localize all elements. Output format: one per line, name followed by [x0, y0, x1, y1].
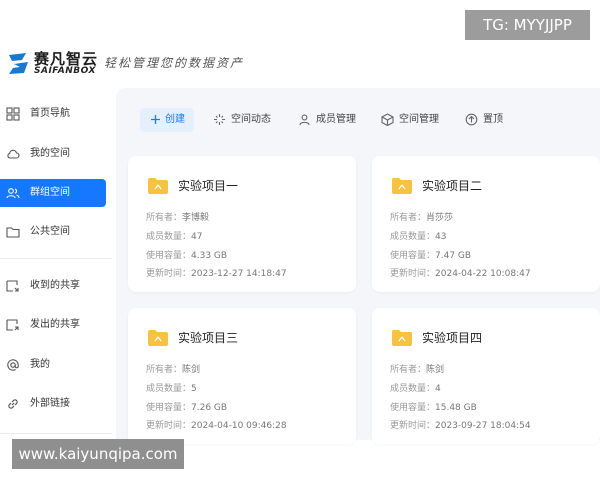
pin-top-label: 置顶 [483, 114, 503, 125]
project-title: 实验项目四 [422, 331, 483, 345]
project-card[interactable]: 实验项目四 所有者：陈剑 成员数量：4 使用容量：15.48 GB 更新时间：2… [372, 308, 600, 444]
sidebar-item-my-space[interactable]: 我的空间 [0, 140, 106, 168]
folder-icon [6, 227, 20, 238]
sidebar-item-label: 首页导航 [30, 108, 70, 119]
saifan-logo-icon [9, 53, 28, 74]
member-manage-button[interactable]: 成员管理 [298, 108, 360, 132]
brand-subname: SAIFANBOX [34, 66, 96, 76]
sidebar-item-label: 外部链接 [30, 398, 70, 409]
project-usage: 使用容量：4.33 GB [146, 251, 228, 261]
project-member-count: 成员数量：47 [146, 232, 203, 242]
project-owner: 所有者：李博毅 [146, 213, 210, 223]
main-content: 创建 空间动态 成员管理 空间管理 置顶 实验项目一 所有者：李博毅 成员数量：… [116, 88, 600, 444]
at-icon [7, 359, 19, 371]
user-icon [299, 114, 310, 126]
sidebar-divider [0, 433, 112, 434]
folder-icon [148, 330, 168, 346]
folder-icon [392, 178, 412, 194]
create-button-label: 创建 [165, 114, 185, 125]
sidebar-item-group-space[interactable]: 群组空间 [0, 179, 106, 207]
cube-icon [381, 113, 394, 126]
plus-icon [151, 115, 160, 124]
sidebar-item-label: 公共空间 [30, 226, 70, 237]
share-in-icon [6, 280, 19, 292]
folder-icon [392, 330, 412, 346]
sparkle-icon [214, 114, 225, 125]
project-title: 实验项目二 [422, 179, 483, 193]
project-member-count: 成员数量：5 [146, 384, 197, 394]
create-button[interactable]: 创建 [140, 108, 194, 132]
tg-watermark: TG: MYYJJPP [465, 10, 590, 40]
sidebar-item-label: 群组空间 [30, 187, 70, 198]
sidebar-item-mine[interactable]: 我的 [0, 351, 106, 379]
project-member-count: 成员数量：4 [390, 384, 441, 394]
sidebar-item-sent-shares[interactable]: 发出的共享 [0, 311, 106, 339]
sidebar-item-label: 发出的共享 [30, 319, 80, 330]
project-card[interactable]: 实验项目一 所有者：李博毅 成员数量：47 使用容量：4.33 GB 更新时间：… [128, 156, 356, 292]
sidebar-item-public-space[interactable]: 公共空间 [0, 218, 106, 246]
sidebar-item-label: 我的 [30, 359, 50, 370]
project-updated: 更新时间：2024-04-22 10:08:47 [390, 269, 531, 279]
project-usage: 使用容量：7.26 GB [146, 403, 228, 413]
project-updated: 更新时间：2024-04-10 09:46:28 [146, 421, 287, 431]
arrow-up-circle-icon [465, 113, 478, 126]
brand-slogan: 轻松管理您的数据资产 [104, 56, 245, 70]
space-manage-label: 空间管理 [399, 114, 439, 125]
project-card[interactable]: 实验项目三 所有者：陈剑 成员数量：5 使用容量：7.26 GB 更新时间：20… [128, 308, 356, 444]
sidebar: 首页导航 我的空间 群组空间 公共空间 收到的共享 发出的共享 我的 外部链接 [0, 90, 112, 440]
link-icon [8, 399, 18, 409]
space-manage-button[interactable]: 空间管理 [381, 108, 443, 132]
share-out-icon [6, 319, 19, 331]
space-dynamics-label: 空间动态 [231, 114, 271, 125]
project-title: 实验项目一 [178, 179, 239, 193]
sidebar-item-external-links[interactable]: 外部链接 [0, 390, 106, 418]
project-owner: 所有者：陈剑 [146, 365, 201, 375]
pin-top-button[interactable]: 置顶 [465, 108, 505, 132]
folder-icon [148, 178, 168, 194]
cloud-icon [7, 149, 20, 159]
sidebar-item-home[interactable]: 首页导航 [0, 100, 106, 128]
project-member-count: 成员数量：43 [390, 232, 447, 242]
project-owner: 所有者：陈剑 [390, 365, 445, 375]
group-icon [6, 188, 20, 199]
sidebar-item-received-shares[interactable]: 收到的共享 [0, 272, 106, 300]
sidebar-item-label: 收到的共享 [30, 280, 80, 291]
project-updated: 更新时间：2023-09-27 18:04:54 [390, 421, 531, 431]
url-watermark: www.kaiyunqipa.com [12, 439, 184, 469]
project-usage: 使用容量：7.47 GB [390, 251, 472, 261]
project-updated: 更新时间：2023-12-27 14:18:47 [146, 269, 287, 279]
grid-icon [6, 107, 20, 121]
sidebar-divider [0, 258, 112, 259]
member-manage-label: 成员管理 [316, 114, 356, 125]
project-owner: 所有者：肖莎莎 [390, 213, 454, 223]
sidebar-item-label: 我的空间 [30, 148, 70, 159]
project-card[interactable]: 实验项目二 所有者：肖莎莎 成员数量：43 使用容量：7.47 GB 更新时间：… [372, 156, 600, 292]
project-usage: 使用容量：15.48 GB [390, 403, 477, 413]
project-title: 实验项目三 [178, 331, 239, 345]
space-dynamics-button[interactable]: 空间动态 [213, 108, 275, 132]
